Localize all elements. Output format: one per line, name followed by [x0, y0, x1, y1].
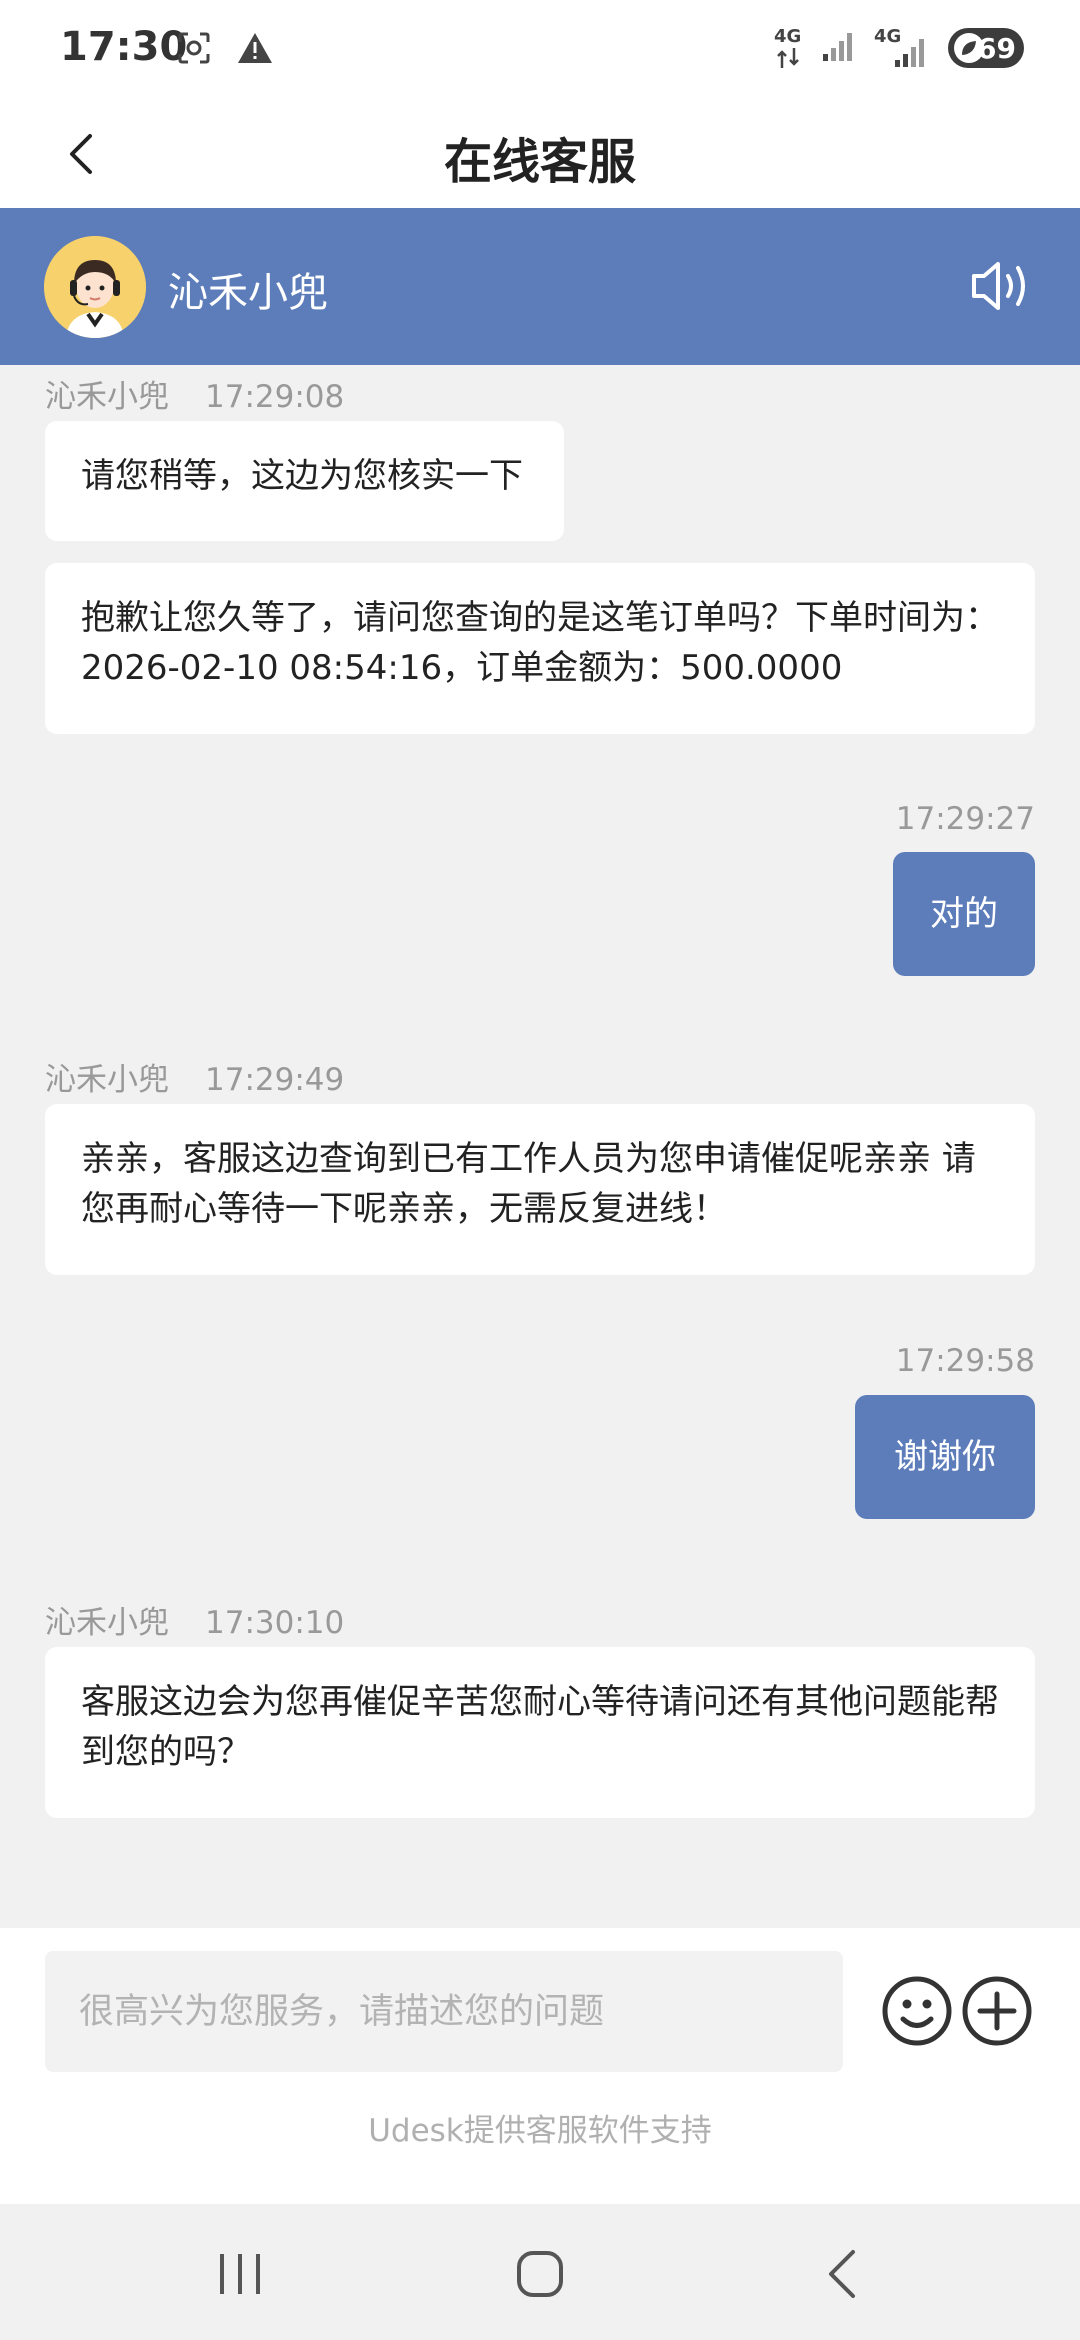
- incoming-message: 抱歉让您久等了，请问您查询的是这笔订单吗？下单时间为：2026-02-10 08…: [45, 563, 1035, 734]
- home-button[interactable]: [510, 2244, 570, 2304]
- message-time: 17:29:58: [895, 1343, 1035, 1379]
- message-time: 17:29:49: [205, 1062, 345, 1098]
- sender-name: 沁禾小兜: [45, 1062, 169, 1098]
- incoming-message: 客服这边会为您再催促辛苦您耐心等待请问还有其他问题能帮到您的吗？: [45, 1647, 1035, 1818]
- message-meta: 沁禾小兜 17:29:08: [45, 371, 344, 416]
- smiley-icon: [882, 1976, 952, 2046]
- battery-saver-icon: [954, 33, 984, 63]
- message-meta: 沁禾小兜 17:30:10: [45, 1597, 344, 1642]
- agent-avatar: [44, 236, 146, 338]
- network-type-label: 4G: [774, 26, 802, 47]
- message-time: 17:30:10: [205, 1605, 345, 1641]
- signal-icon: [822, 30, 856, 66]
- warning-icon: [236, 30, 274, 70]
- input-bar: Udesk提供客服软件支持: [0, 1928, 1080, 2204]
- incoming-message: 请您稍等，这边为您核实一下: [45, 421, 564, 541]
- status-bar: 17:30 4G 4G 69: [0, 0, 1080, 100]
- message-meta: 沁禾小兜 17:29:49: [45, 1054, 344, 1099]
- speaker-icon: [972, 262, 1025, 310]
- message-time: 17:29:08: [205, 379, 345, 415]
- outgoing-message: 谢谢你: [855, 1395, 1035, 1519]
- back-icon: [829, 2250, 855, 2298]
- network-4g-icon-2: 4G: [874, 26, 930, 70]
- title-bar: 在线客服: [0, 100, 1080, 208]
- recent-apps-button[interactable]: [210, 2244, 270, 2304]
- network-4g-icon: 4G: [774, 26, 804, 70]
- message-meta: 17:29:27: [896, 801, 1035, 837]
- system-navigation-bar: [0, 2204, 1080, 2340]
- nav-back-button[interactable]: [815, 2244, 875, 2304]
- powered-by-label: Udesk提供客服软件支持: [368, 2113, 712, 2149]
- screenshot-icon: [176, 30, 212, 70]
- status-time: 17:30: [60, 24, 188, 70]
- agent-name: 沁禾小兜: [168, 270, 328, 316]
- speaker-button[interactable]: [970, 256, 1036, 316]
- emoji-button[interactable]: [880, 1974, 954, 2048]
- plus-circle-icon: [962, 1976, 1032, 2046]
- message-meta: 17:29:58: [896, 1343, 1035, 1379]
- status-right-icons: 4G 4G 69: [774, 26, 1024, 70]
- home-icon: [517, 2251, 563, 2297]
- sender-name: 沁禾小兜: [45, 1605, 169, 1641]
- message-time: 17:29:27: [895, 801, 1035, 837]
- page-title: 在线客服: [443, 134, 636, 190]
- status-left-icons: [176, 30, 274, 70]
- outgoing-message: 对的: [893, 852, 1035, 976]
- more-button[interactable]: [960, 1974, 1034, 2048]
- chat-messages[interactable]: 沁禾小兜 17:29:08 请您稍等，这边为您核实一下 抱歉让您久等了，请问您查询…: [0, 365, 1080, 1928]
- battery-indicator: 69: [948, 28, 1024, 68]
- recent-apps-icon: [220, 2254, 260, 2294]
- incoming-message: 亲亲，客服这边查询到已有工作人员为您申请催促呢亲亲 请您再耐心等待一下呢亲亲，无…: [45, 1104, 1035, 1275]
- message-input[interactable]: [45, 1951, 843, 2072]
- agent-header: 沁禾小兜: [0, 208, 1080, 365]
- sender-name: 沁禾小兜: [45, 379, 169, 415]
